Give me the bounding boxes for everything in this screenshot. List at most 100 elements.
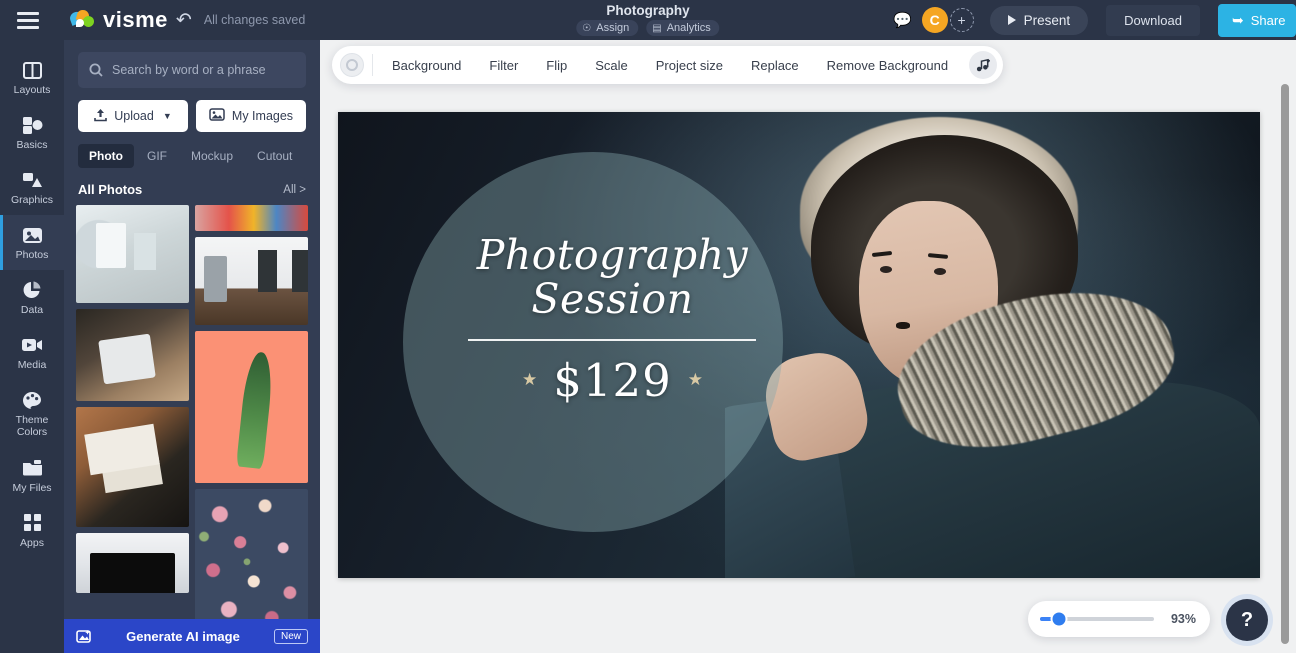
- document-info: Photography ☉ Assign ▤ Analytics: [576, 0, 720, 40]
- status-badge: New: [273, 628, 308, 644]
- analytics-button[interactable]: ▤ Analytics: [646, 20, 720, 37]
- list-item[interactable]: [76, 407, 189, 527]
- zoom-slider[interactable]: [1040, 612, 1154, 626]
- zoom-slider-handle[interactable]: [1052, 612, 1066, 626]
- play-icon: [1007, 15, 1016, 25]
- basics-blocks-icon: [22, 114, 43, 136]
- brand-logo[interactable]: visme: [68, 7, 168, 33]
- hamburger-menu-icon[interactable]: [0, 0, 56, 40]
- toolbar-filter-button[interactable]: Filter: [476, 50, 531, 81]
- tab-cutout[interactable]: Cutout: [246, 144, 303, 168]
- section-all-link[interactable]: All >: [283, 184, 306, 196]
- palette-icon: [22, 389, 42, 411]
- zoom-control[interactable]: 93%: [1028, 601, 1210, 637]
- list-item[interactable]: [76, 309, 189, 401]
- sidebar-item-theme-colors[interactable]: Theme Colors: [0, 380, 64, 447]
- list-item[interactable]: [76, 533, 189, 593]
- assign-button[interactable]: ☉ Assign: [576, 20, 639, 37]
- sidebar-item-label: My Files: [12, 481, 52, 494]
- selected-object-icon[interactable]: [340, 53, 364, 77]
- photo-grid[interactable]: [64, 205, 320, 653]
- data-pie-icon: [22, 279, 42, 301]
- design-canvas[interactable]: Photography Session ★ $129 ★: [338, 112, 1260, 578]
- list-item[interactable]: [76, 205, 189, 303]
- sidebar-item-my-files[interactable]: My Files: [0, 448, 64, 503]
- list-item[interactable]: [195, 489, 308, 629]
- tab-mockup[interactable]: Mockup: [180, 144, 244, 168]
- toolbar-scale-button[interactable]: Scale: [582, 50, 641, 81]
- woman-in-fur-hooded-coat-photo: [725, 112, 1260, 578]
- brand-name: visme: [103, 7, 168, 32]
- avatar[interactable]: C: [921, 7, 948, 33]
- sidebar-item-media[interactable]: Media: [0, 325, 64, 380]
- sidebar-item-graphics[interactable]: Graphics: [0, 160, 64, 215]
- folder-icon: [22, 457, 43, 479]
- canvas-text-group[interactable]: Photography Session ★ $129 ★: [462, 233, 762, 407]
- chevron-down-icon: ▼: [162, 111, 172, 121]
- generate-ai-image-button[interactable]: Generate AI image New: [64, 619, 320, 653]
- comment-icon[interactable]: 💬: [893, 11, 912, 29]
- search-box[interactable]: [78, 52, 306, 88]
- tab-photo[interactable]: Photo: [78, 144, 134, 168]
- sidebar-item-label: Basics: [16, 139, 48, 152]
- undo-icon[interactable]: ↶: [176, 11, 192, 30]
- sidebar-item-basics[interactable]: Basics: [0, 105, 64, 160]
- star-icon: ★: [687, 370, 703, 390]
- canvas-price[interactable]: $129: [553, 354, 672, 407]
- canvas-title-line-1[interactable]: Photography: [462, 233, 762, 278]
- toolbar-replace-button[interactable]: Replace: [738, 50, 812, 81]
- help-button[interactable]: ?: [1226, 599, 1268, 641]
- canvas-title-line-2[interactable]: Session: [462, 277, 762, 322]
- upload-button[interactable]: Upload ▼: [78, 100, 188, 132]
- editor-body: Layouts Basics Graphics Photos Data Medi…: [0, 40, 1296, 653]
- upload-label: Upload: [114, 109, 154, 123]
- sidebar-item-label: Theme Colors: [15, 414, 49, 439]
- save-status: All changes saved: [203, 13, 306, 27]
- apps-grid-icon: [23, 512, 42, 534]
- add-person-icon[interactable]: +: [949, 8, 974, 32]
- download-button[interactable]: Download: [1106, 4, 1200, 36]
- toolbar-remove-background-button[interactable]: Remove Background: [814, 50, 961, 81]
- present-button[interactable]: Present: [989, 5, 1089, 35]
- toolbar-background-button[interactable]: Background: [379, 50, 474, 81]
- share-arrow-icon: ➥: [1232, 11, 1244, 28]
- graphics-icon: [22, 169, 43, 191]
- left-rail: Layouts Basics Graphics Photos Data Medi…: [0, 40, 64, 653]
- my-images-label: My Images: [231, 109, 294, 123]
- canvas-divider: [468, 338, 757, 341]
- my-images-button[interactable]: My Images: [196, 100, 306, 132]
- upload-icon: [94, 108, 108, 125]
- sidebar-item-layouts[interactable]: Layouts: [0, 50, 64, 105]
- section-title: All Photos: [78, 182, 143, 197]
- share-button[interactable]: ➥ Share: [1218, 3, 1296, 37]
- sidebar-item-label: Layouts: [13, 84, 51, 96]
- document-actions: ☉ Assign ▤ Analytics: [576, 20, 720, 37]
- workspace[interactable]: Background Filter Flip Scale Project siz…: [320, 40, 1296, 653]
- toolbar-flip-button[interactable]: Flip: [533, 50, 580, 81]
- sidebar-item-data[interactable]: Data: [0, 270, 64, 325]
- section-header: All Photos All >: [64, 168, 320, 205]
- sidebar-item-apps[interactable]: Apps: [0, 503, 64, 558]
- vertical-scrollbar[interactable]: [1281, 84, 1289, 644]
- search-input[interactable]: [112, 63, 295, 77]
- image-icon: [209, 108, 225, 124]
- visme-logo-icon: [68, 8, 97, 30]
- photo-column-left: [76, 205, 189, 653]
- list-item[interactable]: [195, 205, 308, 231]
- sidebar-item-label: Data: [20, 304, 44, 317]
- list-item[interactable]: [195, 237, 308, 325]
- toolbar-project-size-button[interactable]: Project size: [643, 50, 736, 81]
- panel-controls: Upload ▼ My Images Photo GIF Mockup Cuto…: [64, 40, 320, 168]
- analytics-label: Analytics: [666, 22, 711, 35]
- star-icon: ★: [521, 370, 538, 390]
- present-label: Present: [1023, 12, 1071, 28]
- tab-gif[interactable]: GIF: [136, 144, 178, 168]
- list-item[interactable]: [195, 331, 308, 483]
- masonry-layout: [64, 205, 320, 653]
- visme-editor: visme ↶ All changes saved Photography ☉ …: [0, 0, 1296, 653]
- add-audio-note-icon[interactable]: [969, 51, 998, 79]
- photos-image-icon: [22, 224, 43, 246]
- assign-label: Assign: [596, 22, 630, 35]
- sidebar-item-photos[interactable]: Photos: [0, 215, 64, 271]
- ai-image-icon: [76, 629, 92, 644]
